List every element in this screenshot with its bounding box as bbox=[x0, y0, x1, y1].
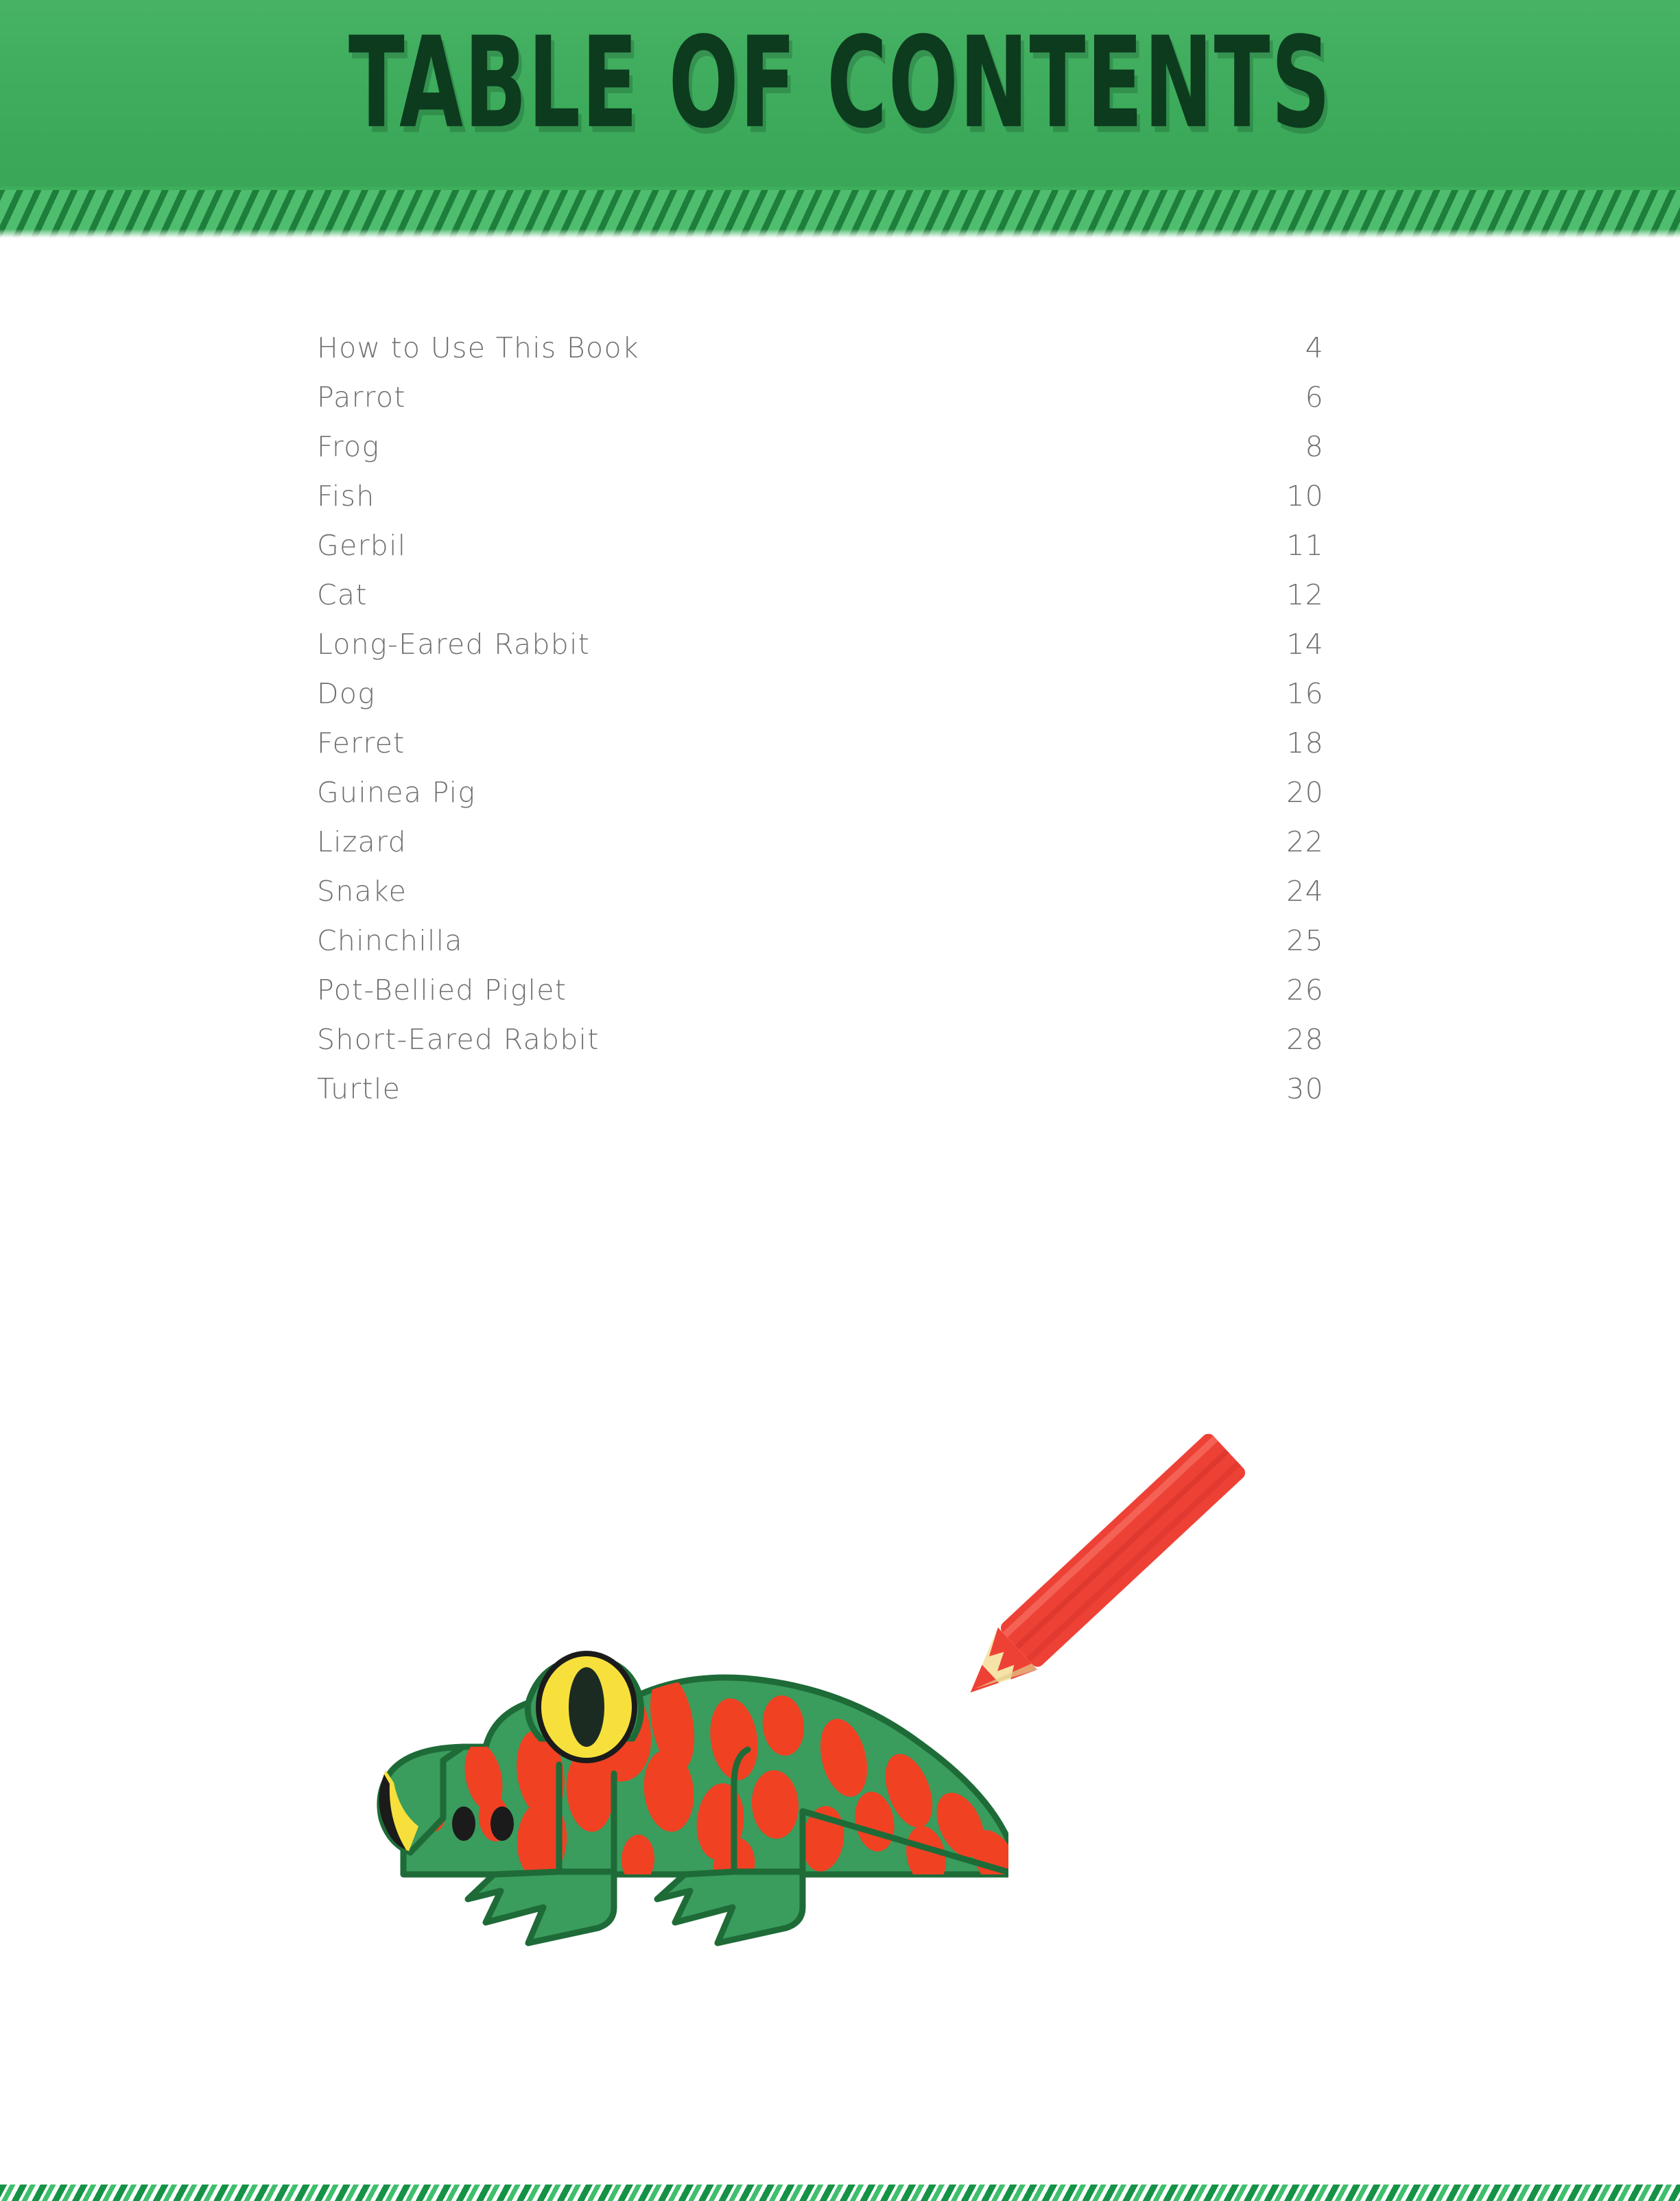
toc-entry[interactable]: Frog 8 bbox=[317, 430, 1324, 480]
toc-entry-label: Ferret bbox=[317, 727, 405, 760]
header-diagonal-stripe-band bbox=[0, 187, 1680, 239]
toc-entry-label: Chinchilla bbox=[317, 924, 463, 957]
toc-dot-leader bbox=[602, 1048, 1281, 1049]
toc-entry-page: 20 bbox=[1286, 776, 1324, 809]
toc-entry-page: 6 bbox=[1305, 381, 1324, 414]
toc-entry[interactable]: Turtle 30 bbox=[317, 1072, 1324, 1122]
toc-dot-leader bbox=[410, 900, 1281, 901]
red-colored-pencil bbox=[970, 1434, 1246, 1693]
toc-entry-page: 8 bbox=[1305, 430, 1324, 463]
toc-entry-page: 16 bbox=[1286, 677, 1324, 710]
toc-entry[interactable]: Ferret 18 bbox=[317, 727, 1324, 776]
toc-entry-label: Fish bbox=[317, 480, 375, 513]
toc-entry[interactable]: Cat 12 bbox=[317, 578, 1324, 628]
toc-entry-page: 11 bbox=[1286, 529, 1324, 562]
toc-entry-page: 30 bbox=[1286, 1072, 1324, 1105]
header-stripe-bottom-fade bbox=[0, 229, 1680, 239]
toc-dot-leader bbox=[478, 801, 1281, 802]
toc-entry-label: Frog bbox=[317, 430, 380, 463]
toc-entry[interactable]: Lizard 22 bbox=[317, 825, 1324, 875]
toc-entry-label: Parrot bbox=[317, 381, 406, 414]
toc-entry-page: 28 bbox=[1286, 1023, 1324, 1056]
table-of-contents-list: How to Use This Book 4 Parrot 6 Frog 8 F… bbox=[317, 331, 1324, 1122]
toc-entry-page: 26 bbox=[1286, 974, 1324, 1007]
toc-entry-page: 14 bbox=[1286, 628, 1324, 661]
toc-entry-label: Turtle bbox=[317, 1072, 401, 1105]
toc-entry-label: Guinea Pig bbox=[317, 776, 476, 809]
toc-entry[interactable]: Snake 24 bbox=[317, 875, 1324, 924]
toc-dot-leader bbox=[409, 406, 1281, 407]
toc-entry[interactable]: How to Use This Book 4 bbox=[317, 331, 1324, 381]
toc-dot-leader bbox=[378, 505, 1281, 506]
toc-entry-label: Cat bbox=[317, 578, 368, 611]
toc-entry-page: 24 bbox=[1286, 875, 1324, 908]
footer-diagonal-stripe-band bbox=[0, 2185, 1680, 2201]
toc-entry[interactable]: Fish 10 bbox=[317, 480, 1324, 529]
page-title: TABLE OF CONTENTS bbox=[348, 10, 1332, 156]
toc-entry-page: 25 bbox=[1286, 924, 1324, 957]
toc-dot-leader bbox=[407, 752, 1281, 753]
toc-entry[interactable]: Gerbil 11 bbox=[317, 529, 1324, 578]
frog-back-leg bbox=[654, 1868, 806, 1946]
toc-entry-label: Dog bbox=[317, 677, 376, 710]
toc-entry-label: Snake bbox=[317, 875, 407, 908]
toc-dot-leader bbox=[409, 554, 1281, 555]
toc-entry-label: Short-Eared Rabbit bbox=[317, 1023, 600, 1056]
toc-dot-leader bbox=[569, 999, 1281, 1000]
toc-entry[interactable]: Parrot 6 bbox=[317, 381, 1324, 430]
toc-entry[interactable]: Pot-Bellied Piglet 26 bbox=[317, 974, 1324, 1023]
toc-entry-label: Lizard bbox=[317, 825, 407, 858]
frog-front-leg bbox=[464, 1868, 617, 1946]
toc-entry-page: 18 bbox=[1286, 727, 1324, 760]
toc-entry-page: 12 bbox=[1286, 578, 1324, 611]
toc-entry[interactable]: Short-Eared Rabbit 28 bbox=[317, 1023, 1324, 1072]
toc-entry[interactable]: Dog 16 bbox=[317, 677, 1324, 727]
toc-entry-label: Pot-Bellied Piglet bbox=[317, 974, 567, 1007]
toc-entry[interactable]: Guinea Pig 20 bbox=[317, 776, 1324, 825]
header-stripe-top-blend bbox=[0, 187, 1680, 190]
toc-entry-page: 10 bbox=[1286, 480, 1324, 513]
toc-entry-label: Long-Eared Rabbit bbox=[317, 628, 591, 661]
toc-entry[interactable]: Long-Eared Rabbit 14 bbox=[317, 628, 1324, 677]
toc-entry-page: 22 bbox=[1286, 825, 1324, 858]
toc-entry-page: 4 bbox=[1305, 331, 1324, 364]
toc-dot-leader bbox=[593, 653, 1281, 654]
toc-entry[interactable]: Chinchilla 25 bbox=[317, 924, 1324, 974]
toc-entry-label: How to Use This Book bbox=[317, 331, 639, 364]
toc-entry-label: Gerbil bbox=[317, 529, 407, 562]
